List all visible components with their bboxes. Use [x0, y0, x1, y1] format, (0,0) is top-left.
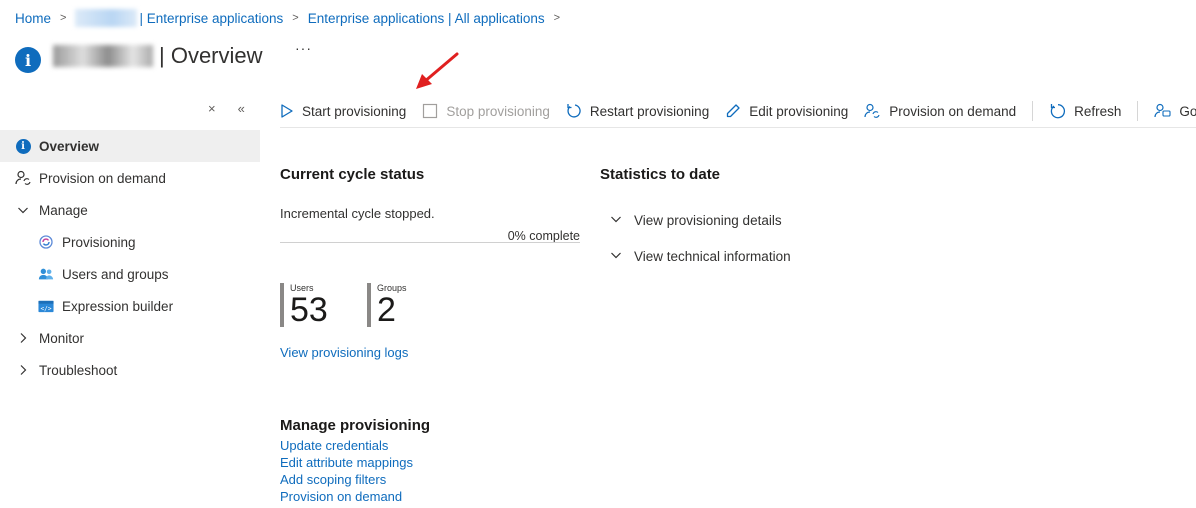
- stop-provisioning-label: Stop provisioning: [446, 103, 550, 119]
- more-options-icon[interactable]: ···: [295, 40, 312, 56]
- sidebar-item-label: Expression builder: [62, 298, 174, 314]
- red-arrow-annotation: [416, 52, 459, 89]
- sidebar-item-provision-on-demand[interactable]: Provision on demand: [0, 162, 260, 194]
- start-provisioning-button[interactable]: Start provisioning: [280, 103, 406, 119]
- update-credentials-link[interactable]: Update credentials: [280, 437, 413, 454]
- breadcrumb: Home > | Enterprise applications > Enter…: [15, 9, 569, 27]
- toolbar-separator: [280, 127, 1196, 128]
- redacted-app-name: [53, 45, 153, 67]
- stop-icon: [422, 103, 438, 119]
- refresh-label: Refresh: [1074, 103, 1122, 119]
- page-title: | Overview: [53, 43, 263, 69]
- sidebar-item-label: Overview: [39, 138, 100, 154]
- start-provisioning-label: Start provisioning: [302, 103, 407, 119]
- view-provisioning-details-expander[interactable]: View provisioning details: [610, 213, 782, 228]
- sidebar-item-label: Manage: [39, 202, 88, 218]
- users-icon: [38, 266, 54, 282]
- close-icon[interactable]: ×: [208, 101, 216, 116]
- provision-on-demand-button[interactable]: Provision on demand: [864, 103, 1016, 119]
- users-stat: Users 53: [280, 283, 328, 327]
- refresh-icon: [1049, 103, 1066, 120]
- view-technical-information-expander[interactable]: View technical information: [610, 249, 791, 264]
- statistics-heading: Statistics to date: [600, 166, 721, 183]
- chevron-right-icon: [15, 362, 31, 378]
- sidebar-item-expression-builder[interactable]: </> Expression builder: [0, 290, 260, 322]
- progress-bar: [280, 242, 580, 243]
- manage-provisioning-links: Update credentials Edit attribute mappin…: [280, 437, 413, 505]
- groups-stat-value: 2: [377, 291, 396, 329]
- chevron-right-icon: [15, 330, 31, 346]
- edit-provisioning-button[interactable]: Edit provisioning: [725, 103, 848, 119]
- breadcrumb-enterprise-applications[interactable]: | Enterprise applications: [139, 11, 283, 26]
- provision-on-demand-link[interactable]: Provision on demand: [280, 488, 413, 505]
- chevron-right-icon: >: [553, 12, 561, 24]
- sidebar-item-users-and-groups[interactable]: Users and groups: [0, 258, 260, 290]
- chevron-down-icon: [610, 249, 622, 264]
- sidebar-item-label: Provisioning: [62, 234, 136, 250]
- feedback-label: Got fe: [1179, 103, 1196, 119]
- sidebar-item-label: Troubleshoot: [39, 362, 118, 378]
- feedback-icon: [1154, 103, 1171, 119]
- view-provisioning-details-label: View provisioning details: [634, 213, 782, 228]
- sidebar-tools: × «: [208, 101, 245, 116]
- sidebar-item-manage[interactable]: Manage: [0, 194, 260, 226]
- sidebar-item-monitor[interactable]: Monitor: [0, 322, 260, 354]
- svg-text:</>: </>: [40, 305, 51, 312]
- chevron-down-icon: [610, 213, 622, 228]
- restart-provisioning-button[interactable]: Restart provisioning: [566, 103, 709, 119]
- edit-icon: [725, 103, 741, 119]
- breadcrumb-all-applications[interactable]: Enterprise applications | All applicatio…: [308, 11, 545, 26]
- add-scoping-filters-link[interactable]: Add scoping filters: [280, 471, 413, 488]
- redacted-tenant: [75, 9, 138, 27]
- person-sync-icon: [15, 170, 31, 186]
- progress-label: 0% complete: [507, 229, 580, 243]
- toolbar-divider: [1032, 101, 1034, 121]
- edit-provisioning-label: Edit provisioning: [749, 103, 849, 119]
- stop-provisioning-button[interactable]: Stop provisioning: [422, 103, 550, 119]
- toolbar-divider: [1137, 101, 1139, 121]
- cycle-status-text: Incremental cycle stopped.: [280, 206, 435, 221]
- edit-attribute-mappings-link[interactable]: Edit attribute mappings: [280, 454, 413, 471]
- sidebar-item-provisioning[interactable]: Provisioning: [0, 226, 260, 258]
- person-sync-icon: [864, 103, 881, 119]
- info-icon: i: [15, 47, 41, 73]
- provisioning-icon: [38, 234, 54, 250]
- sidebar-item-label: Monitor: [39, 330, 85, 346]
- restart-provisioning-label: Restart provisioning: [589, 103, 710, 119]
- sidebar-item-overview[interactable]: i Overview: [0, 130, 260, 162]
- provision-on-demand-label: Provision on demand: [889, 103, 1017, 119]
- chevron-down-icon: [15, 202, 31, 218]
- current-cycle-heading: Current cycle status: [280, 166, 425, 183]
- chevron-right-icon: >: [292, 12, 299, 24]
- restart-icon: [566, 103, 582, 119]
- manage-provisioning-heading: Manage provisioning: [280, 417, 431, 434]
- play-icon: [280, 103, 294, 119]
- sidebar-item-label: Users and groups: [62, 266, 169, 282]
- chevron-right-icon: >: [60, 12, 67, 24]
- expression-icon: </>: [38, 298, 54, 314]
- groups-stat: Groups 2: [367, 283, 407, 327]
- sidebar-item-label: Provision on demand: [39, 170, 166, 186]
- view-technical-information-label: View technical information: [634, 249, 791, 264]
- sidebar: i Overview Provision on demand Manage Pr…: [0, 130, 260, 386]
- sidebar-item-troubleshoot[interactable]: Troubleshoot: [0, 354, 260, 386]
- view-provisioning-logs-link[interactable]: View provisioning logs: [280, 345, 408, 360]
- collapse-icon[interactable]: «: [238, 101, 245, 116]
- page-title-suffix: | Overview: [159, 43, 263, 68]
- users-stat-value: 53: [290, 291, 328, 329]
- command-bar: Start provisioning Stop provisioning Res…: [280, 96, 1196, 126]
- refresh-button[interactable]: Refresh: [1049, 103, 1121, 120]
- page-title-row: i | Overview: [15, 38, 263, 74]
- breadcrumb-home[interactable]: Home: [15, 11, 51, 26]
- feedback-button[interactable]: Got fe: [1154, 103, 1196, 119]
- info-icon: i: [15, 138, 31, 154]
